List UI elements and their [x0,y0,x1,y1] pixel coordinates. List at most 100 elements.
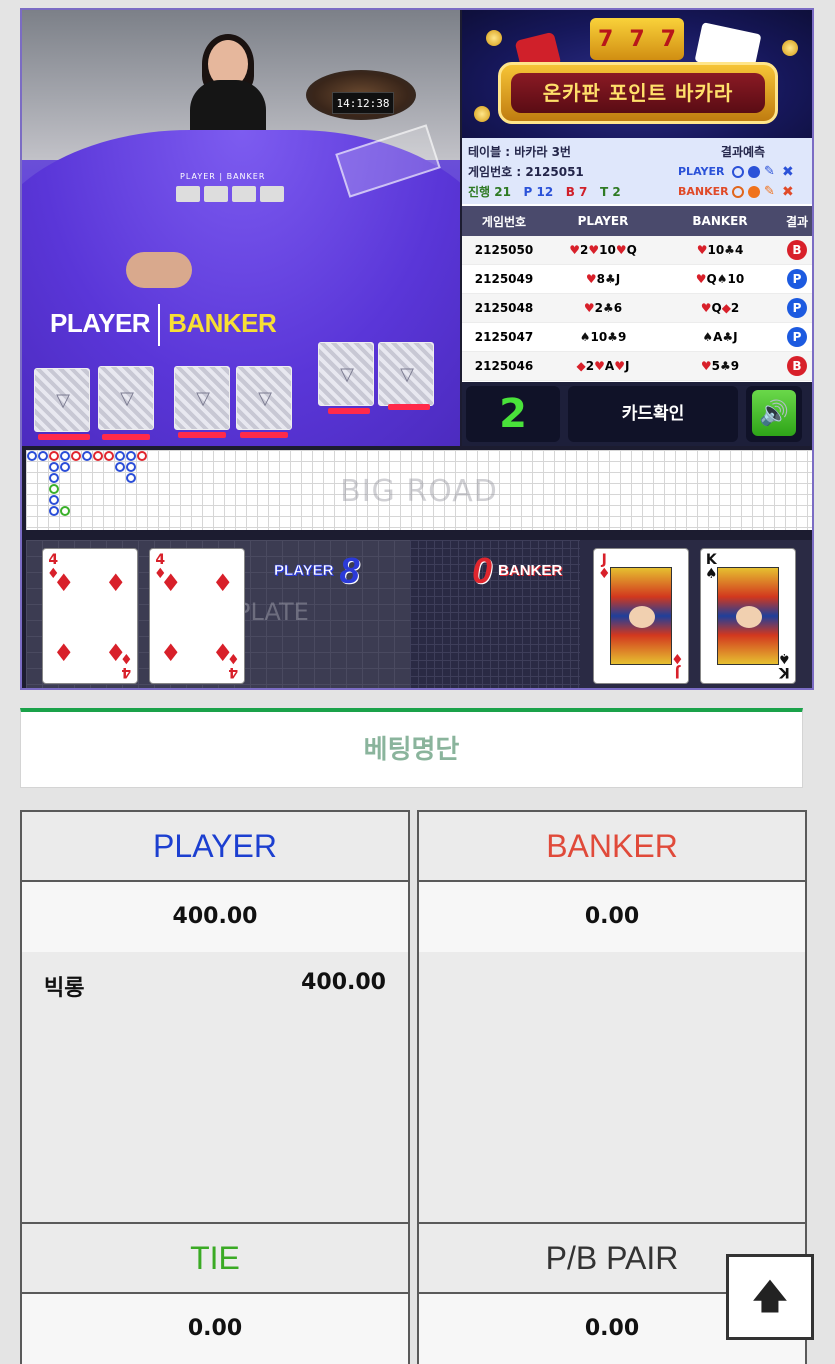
big-road-dot [49,506,59,516]
jack-face [610,567,672,665]
banker-score: 0 BANKER [472,550,563,591]
card-back: ▽ [34,368,90,432]
big-road-dot [49,484,59,494]
banker-pencil-icon[interactable]: ✎ [764,182,778,202]
sound-toggle[interactable]: 🔊 [746,386,802,442]
mini-cards [176,186,284,202]
dealer-hands [126,252,192,288]
card-back: ▽ [236,366,292,430]
history-result-badge: B [787,356,807,376]
marker-bar [388,404,430,410]
marker-bar [328,408,370,414]
history-header: 게임번호 PLAYER BANKER 결과 [462,206,812,236]
history-result-badge: P [787,298,807,318]
marker-bar [38,434,90,440]
history-game-no: 2125048 [474,301,534,315]
banker-dot-icon[interactable] [748,186,760,198]
predict-player-row: PLAYER ✎ ✖ [678,162,808,182]
table-pb-label: PLAYER BANKER [50,304,277,346]
big-road-dot [126,473,136,483]
bet-list-title: 베팅명단 [20,708,803,788]
history-banker-cards: ♥5♣9 [700,359,740,373]
big-road-dot [27,451,37,461]
big-road-dot [49,473,59,483]
big-road-dot [115,462,125,472]
banker-card-1: J ♦ J ♦ [593,548,689,684]
history-table: 게임번호 PLAYER BANKER 결과 2125050 ♥2♥10♥Q ♥10♣… [462,206,812,382]
big-road-dot [71,451,81,461]
history-result-badge: P [787,269,807,289]
tie-bet-total: 0.00 [22,1294,408,1364]
table-name: 테이블 : 바카라 3번 [468,145,571,159]
big-road-dot [49,495,59,505]
card-back: ▽ [318,342,374,406]
big-road-dot [60,462,70,472]
predict-banker-row: BANKER ✎ ✖ [678,182,808,202]
scroll-top-button[interactable]: 🡅 [726,1254,814,1340]
plate-watermark: PLATE [236,598,309,626]
game-info: 테이블 : 바카라 3번 결과예측 게임번호 : 2125051 PLAYER … [462,138,812,204]
player-score: PLAYER 8 [274,550,360,591]
banner-title: 온카판 포인트 바카라 [511,73,765,113]
info-sidebar: 777 온카판 포인트 바카라 테이블 : 바카라 3번 결과예측 게임번호 :… [462,10,812,446]
card-check-button[interactable]: 카드확인 [568,386,738,442]
control-bar: 2 카드확인 🔊 [462,382,812,446]
player-ring-icon[interactable] [732,166,744,178]
slot-machine-icon: 777 [590,18,684,60]
player-card-2: 4 ♦ ♦ ♦ ♦ ♦ 4 ♦ [149,548,245,684]
arrow-up-icon[interactable]: 🡅 [753,1277,788,1317]
game-number: 게임번호 : 2125051 [468,165,584,179]
history-player-cards: ♥8♣J [585,272,621,286]
tie-bet-box: TIE 0.00 [20,1222,410,1364]
player-bet-total: 400.00 [22,882,408,952]
round-count: 2 [466,386,560,442]
player-bet-header: PLAYER [22,812,408,882]
big-road-dot [126,462,136,472]
player-dot-icon[interactable] [748,166,760,178]
card-back: ▽ [378,342,434,406]
player-card-1: 4 ♦ ♦ ♦ ♦ ♦ 4 ♦ [42,548,138,684]
bet-amount: 400.00 [301,970,386,995]
big-road-dot [104,451,114,461]
history-row: 2125049 ♥8♣J ♥Q♠10 P [462,265,812,294]
banker-bet-total: 0.00 [419,882,805,952]
player-pencil-icon[interactable]: ✎ [764,162,778,182]
banker-cross-icon[interactable]: ✖ [782,182,796,202]
card-back: ▽ [98,366,154,430]
live-video: 14:12:38 PLAYER | BANKER PLAYER BANKER ▽ … [22,10,460,446]
predict-player-label: PLAYER [678,165,725,178]
history-game-no: 2125046 [474,359,534,373]
banker-card-2: K ♠ K ♠ [700,548,796,684]
marker-bar [240,432,288,438]
banker-ring-icon[interactable] [732,186,744,198]
history-game-no: 2125050 [474,243,534,257]
marker-bar [178,432,226,438]
history-player-cards: ♠10♣9 [579,330,627,344]
player-cross-icon[interactable]: ✖ [782,162,796,182]
history-player-cards: ♥2♥10♥Q [569,243,637,257]
big-road-board: BIG ROAD [26,450,812,530]
tie-bet-header: TIE [22,1224,408,1294]
king-face [717,567,779,665]
predict-banker-label: BANKER [678,185,729,198]
history-result-badge: P [787,327,807,347]
promo-banner: 777 온카판 포인트 바카라 [462,10,812,138]
big-road-dot [49,462,59,472]
banner-plate: 온카판 포인트 바카라 [498,62,778,124]
progress-stats: 진행 21 P 12 B 7 T 2 [468,185,621,199]
history-game-no: 2125047 [474,330,534,344]
history-player-cards: ◆2♥A♥J [576,359,630,373]
history-row: 2125047 ♠10♣9 ♠A♣J P [462,323,812,352]
big-road-dot [49,451,59,461]
mini-table-label: PLAYER | BANKER [180,172,266,181]
marker-bar [102,434,150,440]
speaker-icon[interactable]: 🔊 [752,390,796,436]
history-result-badge: B [787,240,807,260]
big-road-dot [82,451,92,461]
history-banker-cards: ♠A♣J [702,330,738,344]
big-road-dot [38,451,48,461]
bettor-name: 빅롱 [44,976,85,1001]
history-banker-cards: ♥10♣4 [696,243,744,257]
history-row: 2125048 ♥2♣6 ♥Q◆2 P [462,294,812,323]
result-panel: PLATE 4 ♦ ♦ ♦ ♦ ♦ 4 ♦ 4 ♦ ♦ ♦ ♦ ♦ 4 ♦ PLAYER… [26,540,812,688]
